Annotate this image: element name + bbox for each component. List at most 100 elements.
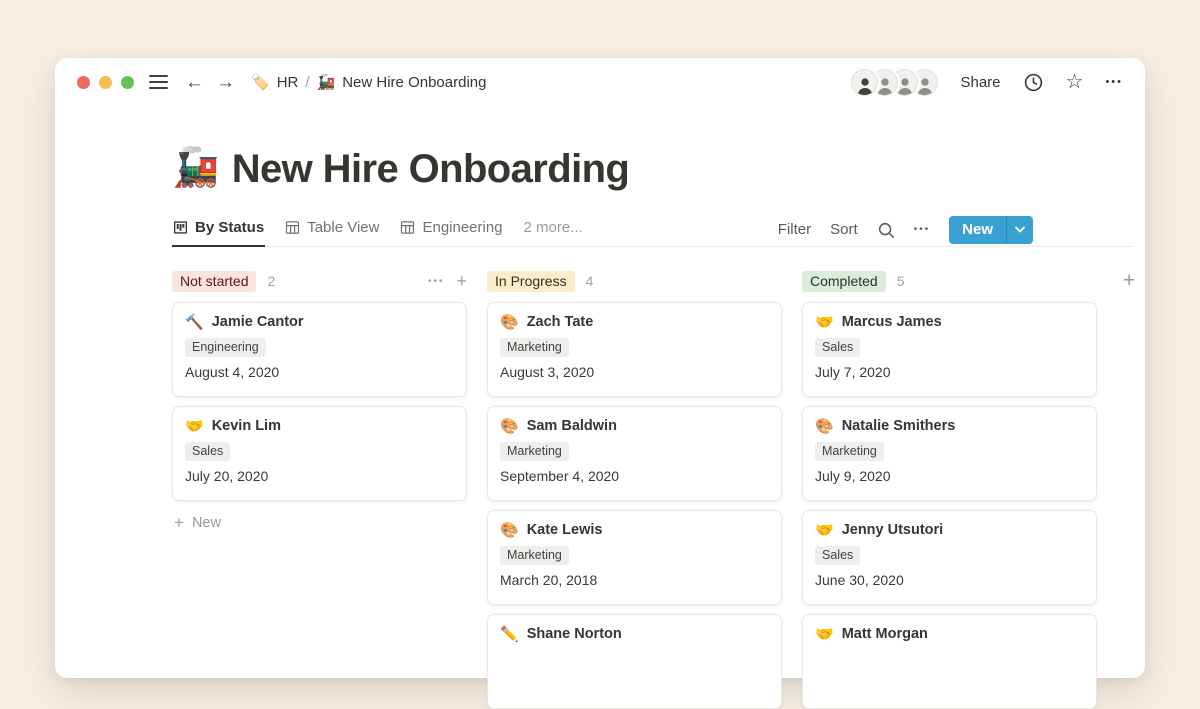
card-emoji: 🎨 [500, 521, 519, 539]
board-card[interactable]: 🤝 Jenny Utsutori Sales June 30, 2020 [802, 510, 1097, 605]
person-silhouette-icon [875, 75, 895, 95]
card-department-tag: Marketing [500, 546, 569, 565]
view-tabs: By Status Table View Engineering 2 more.… [172, 213, 584, 246]
card-start-date: September 4, 2020 [500, 468, 769, 484]
board-card[interactable]: 🤝 Marcus James Sales July 7, 2020 [802, 302, 1097, 397]
kanban-board: + Not started 2 ••• + 🔨 Jamie Cantor Eng… [172, 270, 1133, 709]
group-more-options-icon[interactable]: ••• [428, 276, 445, 287]
topbar-actions: Share ☆ ••• [851, 69, 1123, 96]
board-card[interactable]: 🎨 Sam Baldwin Marketing September 4, 202… [487, 406, 782, 501]
sort-button[interactable]: Sort [830, 221, 858, 238]
person-silhouette-icon [915, 75, 935, 95]
card-start-date: July 20, 2020 [185, 468, 454, 484]
tab-engineering[interactable]: Engineering [399, 213, 503, 247]
new-button-label[interactable]: New [949, 216, 1006, 244]
share-button[interactable]: Share [960, 74, 1000, 91]
card-start-date: March 20, 2018 [500, 572, 769, 588]
board-group-completed: Completed 5 🤝 Marcus James Sales July 7,… [802, 270, 1097, 709]
window-topbar: ← → 🏷️ HR / 🚂 New Hire Onboarding [55, 58, 1145, 106]
card-start-date: July 7, 2020 [815, 364, 1084, 380]
board-group-in-progress: In Progress 4 🎨 Zach Tate Marketing Augu… [487, 270, 782, 709]
person-silhouette-icon [855, 75, 875, 95]
sidebar-toggle-icon[interactable] [149, 75, 168, 89]
group-cards: 🔨 Jamie Cantor Engineering August 4, 202… [172, 302, 467, 501]
board-card[interactable]: 🤝 Matt Morgan [802, 614, 1097, 709]
board-card[interactable]: 🎨 Natalie Smithers Marketing July 9, 202… [802, 406, 1097, 501]
board-card[interactable]: 🎨 Kate Lewis Marketing March 20, 2018 [487, 510, 782, 605]
card-name: Jamie Cantor [212, 314, 304, 330]
favorite-star-icon[interactable]: ☆ [1066, 72, 1084, 92]
page-content: 🚂 New Hire Onboarding By Status Table Vi… [172, 143, 1133, 709]
page-title-emoji: 🚂 [172, 144, 219, 193]
table-view-icon [285, 220, 300, 235]
new-button-dropdown-chevron-icon[interactable] [1006, 216, 1033, 244]
group-status-pill[interactable]: Not started [172, 271, 256, 292]
back-button[interactable]: ← [185, 73, 204, 92]
breadcrumb-page[interactable]: New Hire Onboarding [342, 74, 486, 91]
avatar-group [851, 69, 938, 96]
new-button[interactable]: New [949, 216, 1033, 244]
group-header: Not started 2 ••• + [172, 270, 467, 292]
tab-2-more[interactable]: 2 more... [523, 213, 584, 247]
card-department-tag: Engineering [185, 338, 266, 357]
card-name: Marcus James [842, 314, 942, 330]
card-emoji: 🤝 [815, 625, 834, 643]
card-name: Sam Baldwin [527, 418, 617, 434]
board-card[interactable]: 🔨 Jamie Cantor Engineering August 4, 202… [172, 302, 467, 397]
card-name: Zach Tate [527, 314, 594, 330]
page-emoji: 🚂 [317, 73, 336, 91]
group-status-pill[interactable]: In Progress [487, 271, 575, 292]
plus-icon: + [174, 514, 184, 531]
add-card-button[interactable]: + New [172, 514, 467, 531]
forward-button[interactable]: → [216, 73, 235, 92]
board-card[interactable]: ✏️ Shane Norton [487, 614, 782, 709]
group-status-pill[interactable]: Completed [802, 271, 886, 292]
card-emoji: 🎨 [500, 417, 519, 435]
person-silhouette-icon [895, 75, 915, 95]
card-name: Natalie Smithers [842, 418, 956, 434]
board-group-not-started: Not started 2 ••• + 🔨 Jamie Cantor Engin… [172, 270, 467, 709]
tab-by-status[interactable]: By Status [172, 213, 265, 247]
breadcrumb-workspace[interactable]: HR [277, 74, 299, 91]
group-count: 5 [897, 273, 905, 289]
filter-button[interactable]: Filter [778, 221, 811, 238]
table-view-icon [400, 220, 415, 235]
minimize-window-button[interactable] [99, 76, 112, 89]
view-bar: By Status Table View Engineering 2 more.… [172, 213, 1133, 247]
card-emoji: 🎨 [500, 313, 519, 331]
group-count: 4 [586, 273, 594, 289]
window-controls [77, 76, 134, 89]
card-emoji: 🤝 [185, 417, 204, 435]
card-name: Jenny Utsutori [842, 522, 944, 538]
more-options-icon[interactable]: ••• [1105, 77, 1123, 88]
breadcrumb: 🏷️ HR / 🚂 New Hire Onboarding [251, 73, 486, 91]
card-emoji: 🤝 [815, 313, 834, 331]
card-department-tag: Marketing [500, 442, 569, 461]
card-name: Matt Morgan [842, 626, 928, 642]
card-name: Kate Lewis [527, 522, 603, 538]
card-department-tag: Sales [815, 546, 860, 565]
board-card[interactable]: 🤝 Kevin Lim Sales July 20, 2020 [172, 406, 467, 501]
zoom-window-button[interactable] [121, 76, 134, 89]
card-start-date: August 4, 2020 [185, 364, 454, 380]
member-avatar-1[interactable] [851, 69, 878, 96]
group-add-card-icon[interactable]: + [456, 272, 467, 290]
view-more-options-icon[interactable]: ••• [914, 224, 931, 235]
breadcrumb-separator: / [305, 74, 309, 91]
updates-clock-icon[interactable] [1023, 72, 1044, 93]
card-start-date: July 9, 2020 [815, 468, 1084, 484]
close-window-button[interactable] [77, 76, 90, 89]
card-emoji: 🎨 [815, 417, 834, 435]
card-name: Shane Norton [527, 626, 622, 642]
card-department-tag: Sales [185, 442, 230, 461]
card-department-tag: Sales [815, 338, 860, 357]
card-start-date: August 3, 2020 [500, 364, 769, 380]
add-group-button[interactable]: + [1123, 270, 1135, 291]
card-emoji: ✏️ [500, 625, 519, 643]
workspace-emoji: 🏷️ [251, 73, 270, 91]
group-cards: 🤝 Marcus James Sales July 7, 2020 🎨 Nata… [802, 302, 1097, 709]
tab-table-view[interactable]: Table View [284, 213, 380, 247]
search-icon[interactable] [877, 221, 895, 239]
group-count: 2 [267, 273, 275, 289]
board-card[interactable]: 🎨 Zach Tate Marketing August 3, 2020 [487, 302, 782, 397]
